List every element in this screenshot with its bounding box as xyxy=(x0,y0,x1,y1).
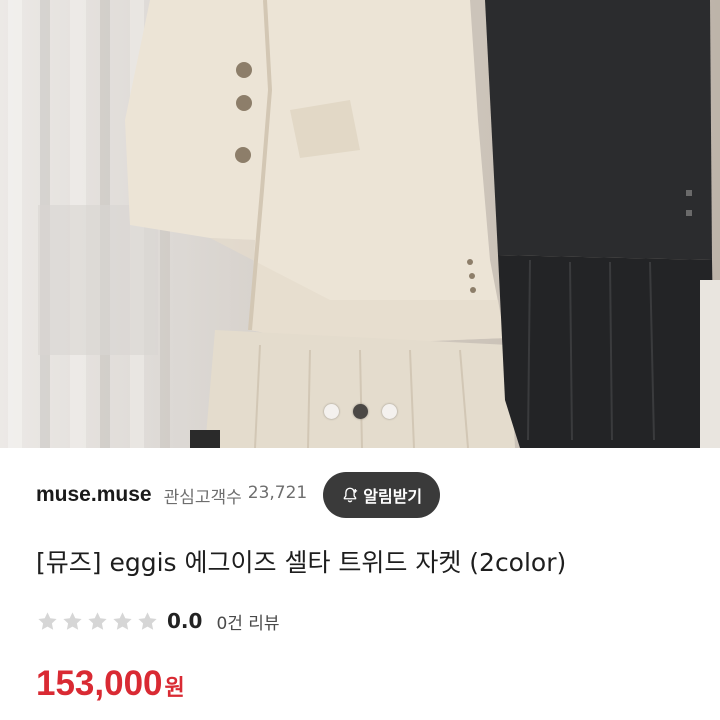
notify-button[interactable]: 알림받기 xyxy=(323,472,441,518)
price: 153,000 원 xyxy=(36,664,185,704)
followers-info: 관심고객수 23,721 xyxy=(164,483,308,508)
product-image-carousel[interactable] xyxy=(0,0,720,448)
carousel-dot-active[interactable] xyxy=(352,404,368,419)
star-icon xyxy=(113,611,132,630)
star-icon xyxy=(63,611,82,630)
price-value: 153,000 xyxy=(36,664,163,703)
star-rating xyxy=(36,610,159,633)
seller-info: muse.muse 관심고객수 23,721 알림받기 xyxy=(36,472,686,518)
bell-plus-icon xyxy=(343,487,358,503)
star-icon xyxy=(138,611,157,630)
carousel-indicators xyxy=(0,404,720,419)
carousel-dot[interactable] xyxy=(381,404,397,419)
star-icon xyxy=(88,611,107,630)
rating-summary[interactable]: 0.0 0건 리뷰 xyxy=(36,606,280,636)
followers-label: 관심고객수 xyxy=(163,487,242,508)
rating-value: 0.0 xyxy=(167,609,203,633)
product-title: [뮤즈] eggis 에그이즈 셀타 트위드 자켓 (2color) xyxy=(36,548,567,577)
star-icon xyxy=(38,611,57,630)
review-count[interactable]: 0건 리뷰 xyxy=(216,609,279,634)
price-currency: 원 xyxy=(164,676,185,701)
seller-name[interactable]: muse.muse xyxy=(36,483,152,507)
carousel-dot[interactable] xyxy=(323,404,339,419)
followers-count: 23,721 xyxy=(247,482,308,503)
product-photo xyxy=(0,0,720,448)
notify-button-label: 알림받기 xyxy=(363,487,423,506)
